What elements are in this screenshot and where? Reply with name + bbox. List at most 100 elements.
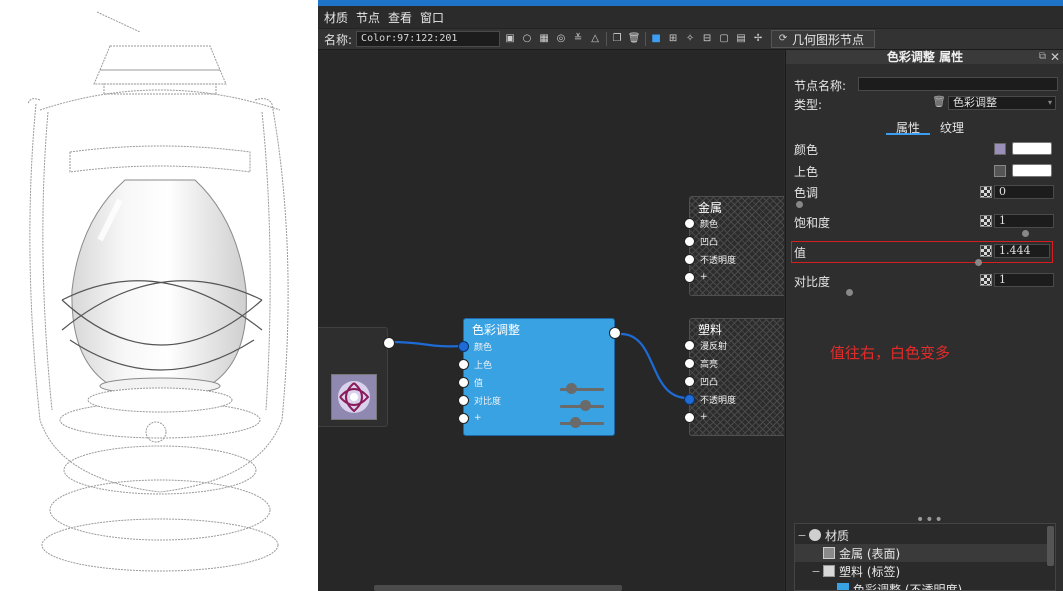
input-pin[interactable] xyxy=(684,393,695,405)
close-icon[interactable]: ✕ xyxy=(1050,50,1060,64)
canvas-horizontal-scrollbar[interactable] xyxy=(374,585,622,591)
plastic-node[interactable]: 塑料 漫反射 高亮 凹凸 不透明度 + xyxy=(684,318,784,436)
node-name-input[interactable] xyxy=(858,77,1058,91)
panel-title-bar: 色彩调整 属性 ⧉ ✕ xyxy=(786,50,1063,64)
grid-icon[interactable]: ▤ xyxy=(734,32,748,46)
map-slot-icon[interactable] xyxy=(994,165,1006,177)
panel-title: 色彩调整 属性 xyxy=(886,50,964,64)
input-pin[interactable] xyxy=(458,358,469,370)
input-pin[interactable] xyxy=(684,411,695,423)
input-pin[interactable] xyxy=(684,253,695,265)
input-pin[interactable] xyxy=(684,339,695,351)
slider-icon xyxy=(560,416,604,430)
hue-input[interactable]: 0 xyxy=(994,185,1054,199)
value-slider-handle[interactable] xyxy=(975,259,982,266)
texture-output-pin[interactable] xyxy=(383,337,395,349)
geometry-node-label: 几何图形节点 xyxy=(792,32,865,47)
value-input[interactable]: 1.444 xyxy=(994,244,1050,258)
tab-texture[interactable]: 纹理 xyxy=(930,119,974,135)
pin-row: 上色 xyxy=(458,356,492,372)
input-pin[interactable] xyxy=(684,357,695,369)
node-title: 金属 xyxy=(698,201,723,215)
tab-properties[interactable]: 属性 xyxy=(886,119,931,135)
contrast-input[interactable]: 1 xyxy=(994,273,1054,287)
frame-icon[interactable]: ▢ xyxy=(717,32,731,46)
menu-window[interactable]: 窗口 xyxy=(420,9,444,26)
pin-row: 凹凸 xyxy=(684,233,718,249)
type-label: 类型: xyxy=(794,98,823,112)
input-pin[interactable] xyxy=(458,340,469,352)
checker-map-icon[interactable] xyxy=(980,186,992,198)
pin-label: + xyxy=(700,412,708,422)
split-icon[interactable]: ✢ xyxy=(751,32,765,46)
color-adjust-node[interactable]: 色彩调整 颜色 上色 值 对比度 + xyxy=(458,318,621,436)
hue-label: 色调 xyxy=(794,186,819,200)
saturation-slider-handle[interactable] xyxy=(1022,230,1029,237)
input-pin[interactable] xyxy=(684,375,695,387)
tree-item[interactable]: 色彩调整 (不透明度) xyxy=(795,580,1047,590)
checker-map-icon[interactable] xyxy=(980,274,992,286)
input-pin[interactable] xyxy=(684,235,695,247)
menu-view[interactable]: 查看 xyxy=(388,9,412,26)
checker-icon[interactable]: ▦ xyxy=(537,32,551,46)
color-output-pin[interactable] xyxy=(609,327,621,339)
pin-row: 颜色 xyxy=(458,338,493,354)
metal-node[interactable]: 金属 颜色 凹凸 不透明度 + xyxy=(684,196,784,296)
pyramid-icon[interactable]: △ xyxy=(588,32,602,46)
node-canvas[interactable]: 金属 颜色 凹凸 不透明度 + 色彩调整 颜色 上色 值 对比度 + 塑料 漫反… xyxy=(318,50,784,591)
menu-node[interactable]: 节点 xyxy=(356,9,380,26)
texture-node[interactable] xyxy=(318,327,395,427)
color-swatch[interactable] xyxy=(1012,142,1052,155)
trash-icon[interactable]: 🗑 xyxy=(932,95,946,108)
pin-label: 颜色 xyxy=(474,342,493,353)
geometry-node-button[interactable]: ⟳ 几何图形节点 xyxy=(771,30,876,48)
toolbar-separator xyxy=(606,32,608,46)
node-add-icon[interactable]: ■ xyxy=(649,32,663,46)
tree-item[interactable]: − 塑料 (标签) xyxy=(795,562,1047,580)
contrast-slider-handle[interactable] xyxy=(846,289,853,296)
node-name-label: 节点名称: xyxy=(794,79,847,93)
checker-map-icon[interactable] xyxy=(980,215,992,227)
align-icon[interactable]: ⊟ xyxy=(700,32,714,46)
pin-row: + xyxy=(684,409,708,425)
pin-row: 对比度 xyxy=(458,392,502,408)
name-field[interactable]: Color:97:122:201 xyxy=(356,31,501,47)
adjust-icon[interactable]: ≚ xyxy=(571,32,585,46)
collapse-icon[interactable]: − xyxy=(795,529,809,542)
wand-icon[interactable]: ✧ xyxy=(683,32,697,46)
menu-material[interactable]: 材质 xyxy=(324,9,348,26)
save-icon[interactable]: ▣ xyxy=(503,32,517,46)
input-pin[interactable] xyxy=(458,412,469,424)
hue-slider-handle[interactable] xyxy=(796,201,803,208)
input-pin[interactable] xyxy=(684,271,695,283)
saturation-input[interactable]: 1 xyxy=(994,214,1054,228)
input-pin[interactable] xyxy=(458,376,469,388)
sphere-preview-icon[interactable]: ○ xyxy=(520,32,534,46)
lantern-render xyxy=(27,11,289,572)
pin-label: 对比度 xyxy=(474,396,502,407)
input-pin[interactable] xyxy=(684,217,695,229)
tint-swatch[interactable] xyxy=(1012,164,1052,177)
material-tree[interactable]: − 材质 金属 (表面) − 塑料 (标签) 色彩调整 (不透明度) xyxy=(794,523,1056,591)
target-icon[interactable]: ◎ xyxy=(554,32,568,46)
texture-map-icon[interactable] xyxy=(994,143,1006,155)
pin-row: + xyxy=(684,269,708,285)
type-select[interactable]: 色彩调整 ▾ xyxy=(948,96,1056,110)
collapse-icon[interactable]: − xyxy=(809,565,823,578)
undock-icon[interactable]: ⧉ xyxy=(1039,50,1046,64)
slider-icon xyxy=(560,399,604,413)
layout-icon[interactable]: ⊞ xyxy=(666,32,680,46)
render-viewport[interactable] xyxy=(0,0,318,591)
saturation-label: 饱和度 xyxy=(794,216,831,230)
input-pin[interactable] xyxy=(458,394,469,406)
tree-item[interactable]: 金属 (表面) xyxy=(795,544,1047,562)
tint-label: 上色 xyxy=(794,165,819,179)
tree-scrollbar[interactable] xyxy=(1047,526,1054,566)
name-label: 名称: xyxy=(324,32,353,47)
tree-item[interactable]: − 材质 xyxy=(795,526,1047,544)
pin-row: 不透明度 xyxy=(684,391,736,407)
checker-map-icon[interactable] xyxy=(980,245,992,257)
copy-icon[interactable]: ❐ xyxy=(610,32,624,46)
delete-icon[interactable]: 🗑 xyxy=(627,32,641,46)
tree-item-label: 塑料 (标签) xyxy=(839,564,901,579)
